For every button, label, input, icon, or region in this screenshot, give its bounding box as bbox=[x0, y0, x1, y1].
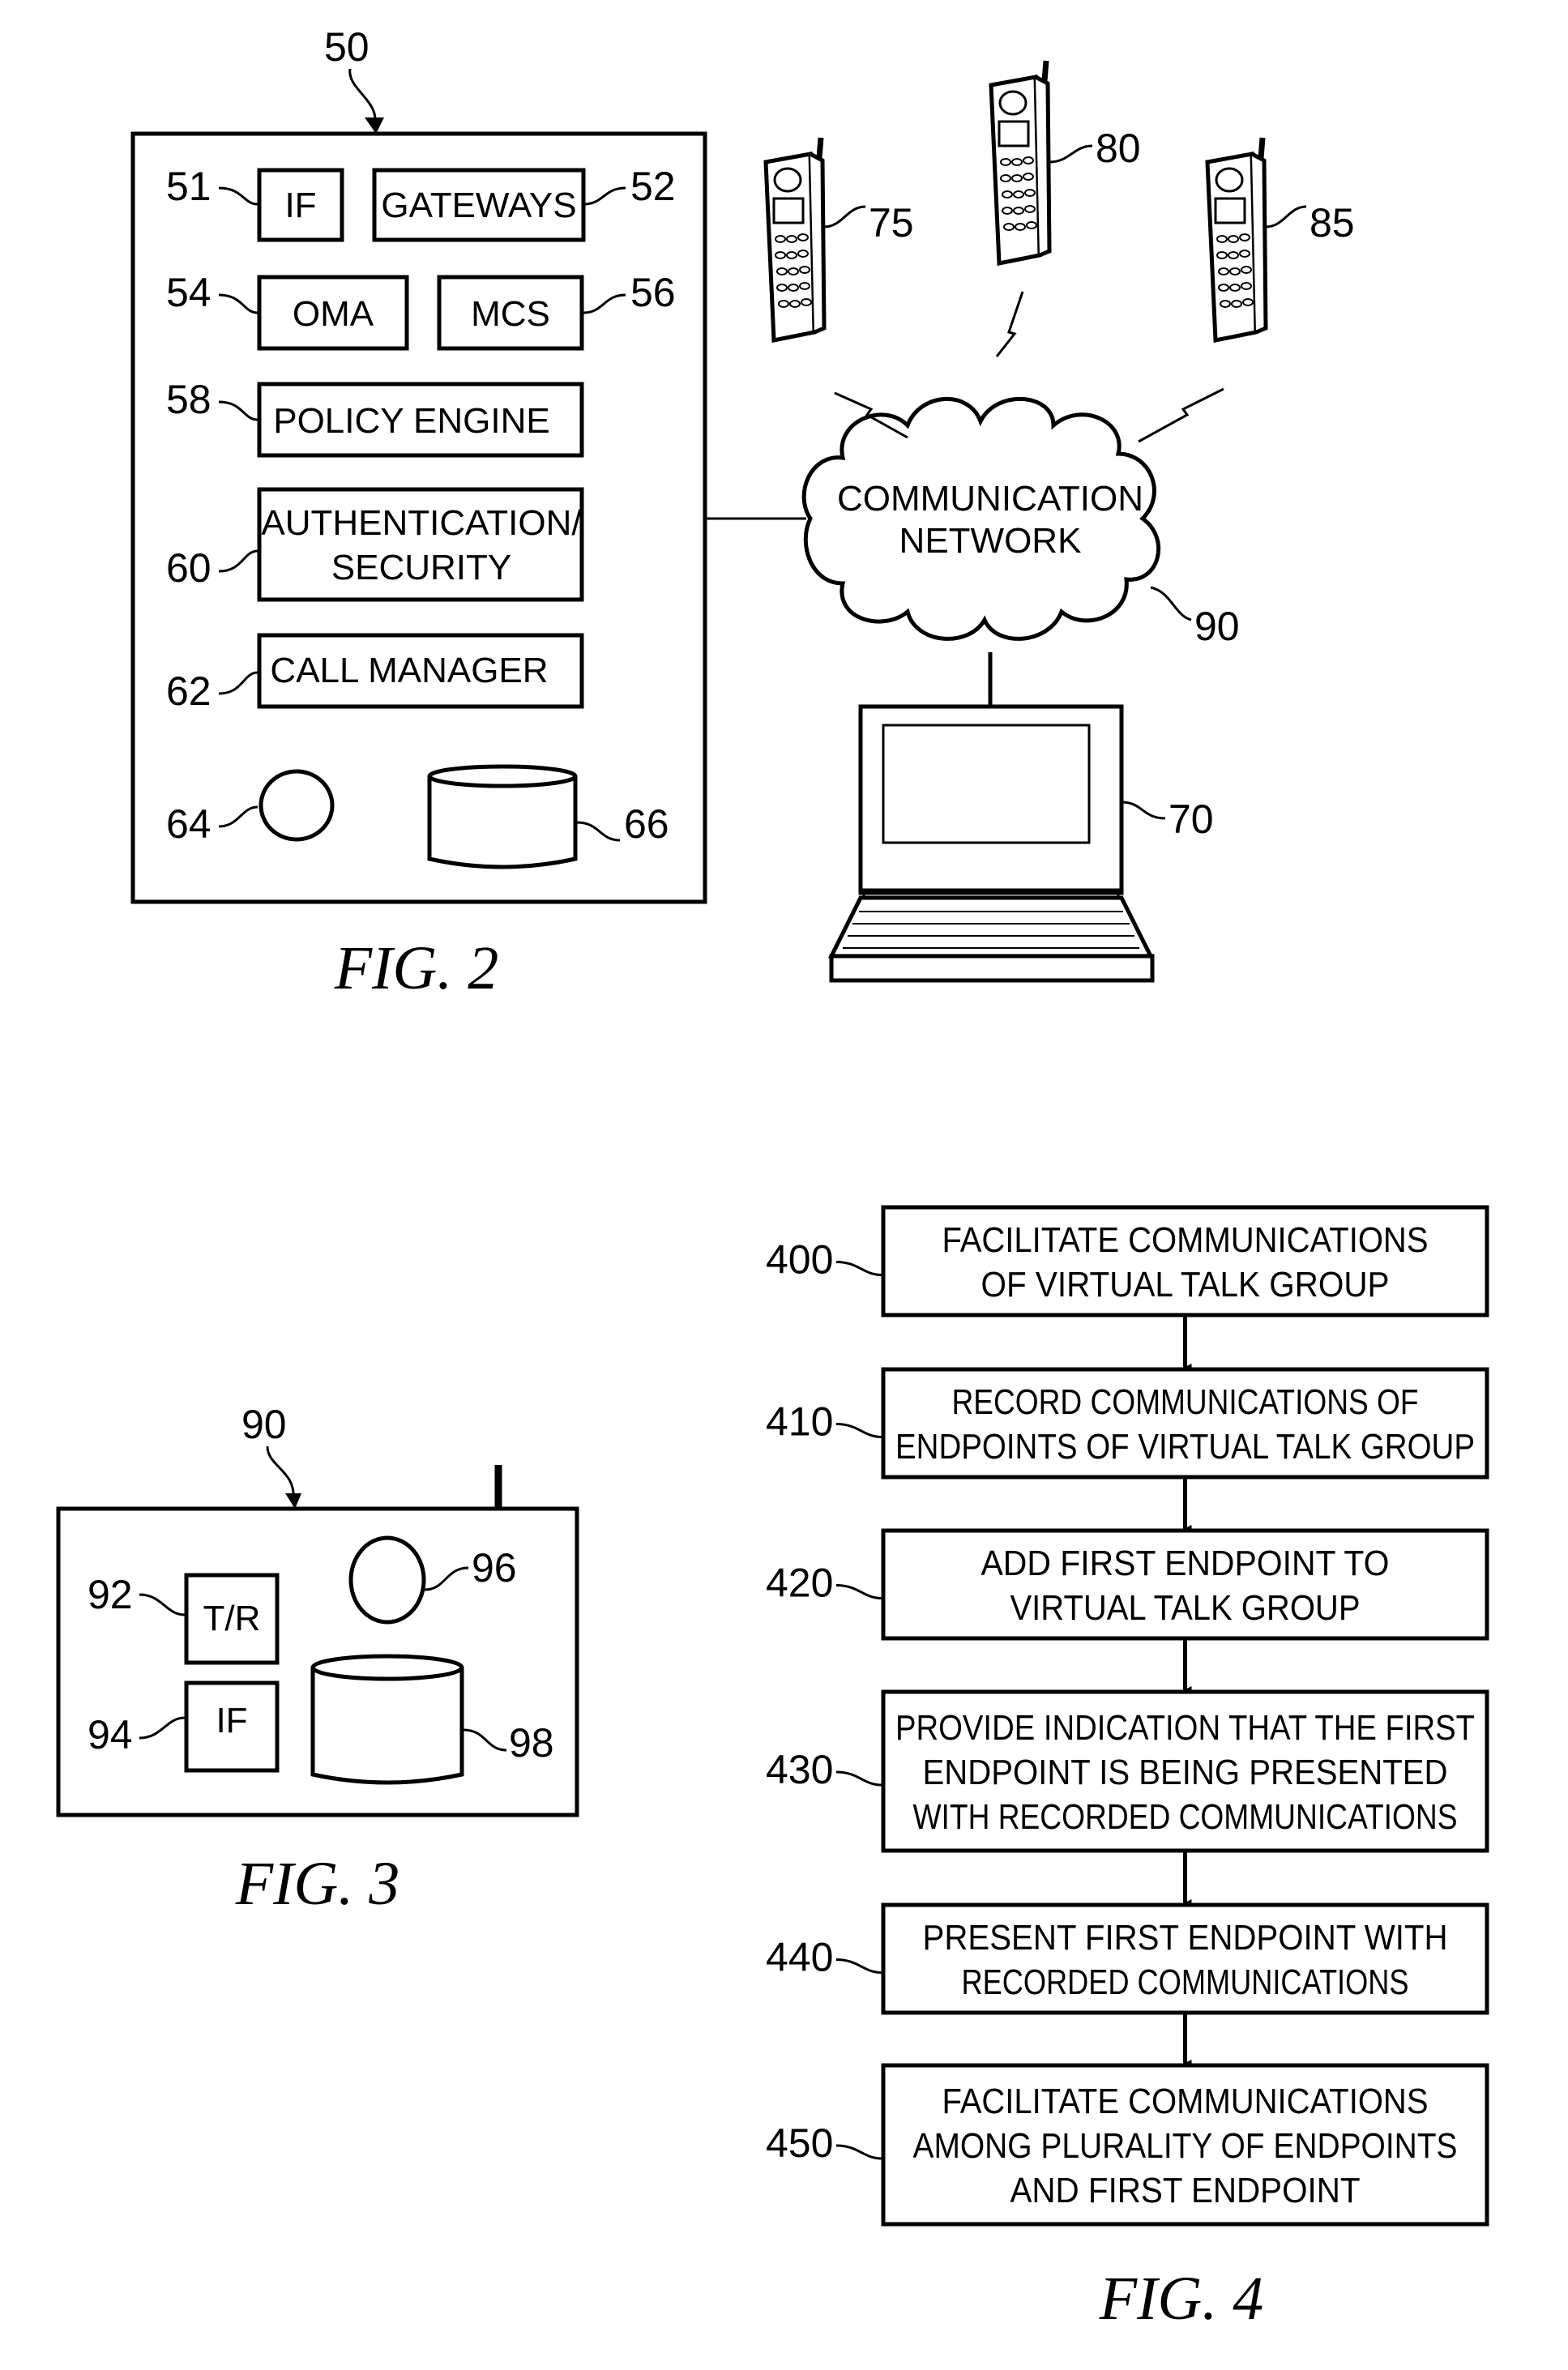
phone-85-icon bbox=[1205, 137, 1268, 344]
flow-step-400: FACILITATE COMMUNICATIONS OF VIRTUAL TALK… bbox=[766, 1205, 1489, 1317]
leader-50 bbox=[348, 68, 377, 126]
flow-step-ref: 420 bbox=[766, 1561, 833, 1606]
flow-step-leader bbox=[835, 1261, 882, 1276]
flow-step-text: PROVIDE INDICATION THAT THE FIRST bbox=[895, 1708, 1475, 1748]
fig3: 90 92 T/R 94 IF 96 98 FIG. 3 bbox=[56, 1402, 579, 1918]
network-label-line1: COMMUNICATION bbox=[837, 479, 1143, 519]
ref-60: 60 bbox=[166, 545, 211, 591]
flow-step-text: OF VIRTUAL TALK GROUP bbox=[981, 1265, 1390, 1305]
ref-52: 52 bbox=[630, 164, 676, 209]
flow-step-leader bbox=[835, 2144, 882, 2160]
wireless-link-80 bbox=[995, 291, 1024, 357]
leader-90 bbox=[1150, 586, 1192, 621]
network-label-line2: NETWORK bbox=[899, 521, 1082, 561]
ref-94: 94 bbox=[88, 1712, 133, 1757]
ref-64: 64 bbox=[166, 801, 211, 847]
leader-70 bbox=[1121, 801, 1166, 820]
ref-54: 54 bbox=[166, 270, 211, 315]
ref-90-network: 90 bbox=[1194, 604, 1240, 649]
cloud-icon bbox=[801, 396, 1161, 641]
oma-label: OMA bbox=[293, 294, 374, 334]
flow-step-text: ENDPOINT IS BEING PRESENTED bbox=[923, 1753, 1448, 1792]
ref-98: 98 bbox=[509, 1720, 554, 1766]
leader-75 bbox=[823, 205, 866, 228]
gateways-label: GATEWAYS bbox=[381, 186, 576, 225]
flow-step-text: RECORD COMMUNICATIONS OF bbox=[952, 1382, 1419, 1422]
patent-drawing-sheet: 50 51 IF GATEWAYS 52 54 OMA MCS 56 58 PO… bbox=[56, 24, 1489, 2333]
flow-step-text: FACILITATE COMMUNICATIONS bbox=[942, 1220, 1429, 1260]
ref-56: 56 bbox=[630, 270, 676, 315]
ref-90-device: 90 bbox=[241, 1402, 287, 1447]
flow-step-text: FACILITATE COMMUNICATIONS bbox=[942, 2082, 1429, 2121]
interface-label: IF bbox=[216, 1701, 247, 1740]
flow-step-text: VIRTUAL TALK GROUP bbox=[1010, 1588, 1361, 1628]
fig3-caption: FIG. 3 bbox=[235, 1850, 400, 1918]
arrow-90-icon bbox=[285, 1493, 301, 1509]
flow-step-leader bbox=[835, 1423, 882, 1438]
flow-step-ref: 410 bbox=[766, 1399, 833, 1445]
ref-62: 62 bbox=[166, 668, 211, 714]
leader-90-device bbox=[266, 1445, 295, 1500]
flow-step-ref: 440 bbox=[766, 1935, 833, 1980]
flow-step-410: RECORD COMMUNICATIONS OF ENDPOINTS OF VIR… bbox=[766, 1367, 1489, 1480]
phone-75-icon bbox=[763, 137, 827, 344]
ref-85: 85 bbox=[1310, 200, 1355, 246]
auth-label-line2: SECURITY bbox=[331, 548, 511, 587]
flow-step-text: ENDPOINTS OF VIRTUAL TALK GROUP bbox=[895, 1427, 1475, 1467]
flow-step-text: RECORDED COMMUNICATIONS bbox=[962, 1962, 1409, 2002]
mcs-label: MCS bbox=[471, 294, 550, 334]
flow-step-ref: 430 bbox=[766, 1747, 833, 1792]
flow-step-450: FACILITATE COMMUNICATIONS AMONG PLURALITY… bbox=[766, 2063, 1489, 2227]
fig2: 50 51 IF GATEWAYS 52 54 OMA MCS 56 58 PO… bbox=[130, 24, 1355, 1002]
ref-58: 58 bbox=[166, 377, 211, 422]
ref-96: 96 bbox=[472, 1545, 517, 1591]
policy-engine-label: POLICY ENGINE bbox=[273, 401, 550, 441]
memory-cylinder-98-icon bbox=[310, 1654, 464, 1785]
flow-step-leader bbox=[835, 1770, 882, 1787]
if-label: IF bbox=[284, 186, 316, 225]
flow-step-text: ADD FIRST ENDPOINT TO bbox=[981, 1544, 1390, 1583]
auth-label-line1: AUTHENTICATION/ bbox=[261, 503, 582, 543]
ref-75: 75 bbox=[869, 200, 914, 246]
leader-85 bbox=[1265, 205, 1307, 228]
flow-step-text: PRESENT FIRST ENDPOINT WITH bbox=[923, 1918, 1448, 1958]
flow-step-ref: 400 bbox=[766, 1237, 833, 1283]
memory-cylinder-icon bbox=[427, 764, 578, 869]
call-manager-label: CALL MANAGER bbox=[270, 651, 548, 690]
flow-step-440: PRESENT FIRST ENDPOINT WITHRECORDED COMM… bbox=[766, 1902, 1489, 2015]
ref-80: 80 bbox=[1096, 126, 1141, 171]
flow-step-text: WITH RECORDED COMMUNICATIONS bbox=[913, 1797, 1458, 1837]
ref-50: 50 bbox=[324, 24, 370, 70]
arrow-50-icon bbox=[365, 117, 384, 134]
ref-70: 70 bbox=[1169, 796, 1214, 842]
flow-step-text: AMONG PLURALITY OF ENDPOINTS bbox=[913, 2126, 1458, 2166]
ref-66: 66 bbox=[624, 801, 669, 847]
wireless-link-85 bbox=[1138, 387, 1224, 443]
laptop-icon bbox=[827, 704, 1155, 983]
phone-80-icon bbox=[989, 60, 1052, 267]
ref-92: 92 bbox=[88, 1572, 133, 1617]
fig4-caption: FIG. 4 bbox=[1099, 2265, 1264, 2333]
transceiver-label: T/R bbox=[203, 1599, 261, 1638]
ref-51: 51 bbox=[166, 164, 211, 209]
flow-step-leader bbox=[835, 1584, 882, 1599]
processor-circle-96 bbox=[348, 1535, 426, 1625]
leader-80 bbox=[1049, 144, 1093, 164]
flow-step-text: AND FIRST ENDPOINT bbox=[1010, 2171, 1361, 2210]
flow-step-leader bbox=[835, 1958, 882, 1974]
flow-step-ref: 450 bbox=[766, 2120, 833, 2166]
fig2-caption: FIG. 2 bbox=[334, 934, 499, 1002]
fig4: FACILITATE COMMUNICATIONS OF VIRTUAL TALK… bbox=[766, 1205, 1489, 2227]
flow-step-420: ADD FIRST ENDPOINT TO VIRTUAL TALK GROUP 4… bbox=[766, 1528, 1489, 1641]
processor-circle bbox=[258, 769, 335, 842]
flow-step-430: PROVIDE INDICATION THAT THE FIRST ENDPOIN… bbox=[766, 1689, 1489, 1853]
